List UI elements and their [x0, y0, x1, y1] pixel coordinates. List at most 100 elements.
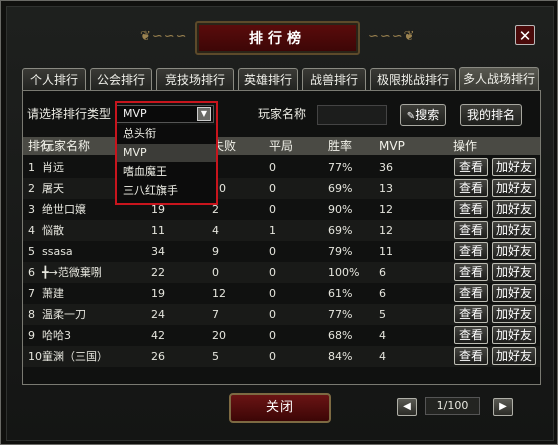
rank-cell: 4: [28, 224, 35, 237]
view-button[interactable]: 查看: [454, 179, 488, 197]
win-cell: 22: [151, 266, 165, 279]
lose-cell: 12: [212, 287, 226, 300]
win-rate-cell: 100%: [328, 266, 360, 279]
table-row: 4 悩散 11 4 1 69% 12 查看 加好友: [23, 220, 540, 241]
table-row: 2屠天2210069%13查看加好友: [23, 178, 540, 199]
search-icon: ✎: [406, 111, 416, 122]
win-rate-cell: 84%: [328, 350, 353, 363]
type-select-label: 请选择排行类型: [27, 107, 112, 121]
view-button[interactable]: 查看: [454, 242, 488, 260]
draw-cell: 0: [269, 287, 276, 300]
lose-cell: 7: [212, 308, 219, 321]
player-name-label: 玩家名称: [258, 107, 307, 121]
next-page-button[interactable]: ▶: [493, 398, 513, 416]
table-row: 7 萧建 19 12 0 61% 6 查看 加好友: [23, 283, 540, 304]
player-name-cell: 悩散: [42, 224, 64, 237]
rank-cell: 6: [28, 266, 35, 279]
mvp-cell: 13: [379, 182, 393, 195]
title-ornament-right: ∽∽∽❦: [368, 29, 416, 44]
win-rate-cell: 61%: [328, 287, 353, 300]
mvp-cell: 5: [379, 308, 386, 321]
mvp-cell: 11: [379, 245, 393, 258]
table-row: 6 ╋→范微棄哵 22 0 0 100% 6 查看 加好友: [23, 262, 540, 283]
mvp-cell: 4: [379, 329, 386, 342]
mvp-cell: 4: [379, 350, 386, 363]
mvp-cell: 6: [379, 287, 386, 300]
draw-cell: 0: [269, 329, 276, 342]
view-button[interactable]: 查看: [454, 221, 488, 239]
add-friend-button[interactable]: 加好友: [492, 200, 536, 218]
add-friend-button[interactable]: 加好友: [492, 179, 536, 197]
win-rate-cell: 77%: [328, 308, 353, 321]
add-friend-button[interactable]: 加好友: [492, 305, 536, 323]
window-title: 排行榜: [195, 21, 360, 55]
add-friend-button[interactable]: 加好友: [492, 158, 536, 176]
page-indicator: 1/100: [425, 397, 480, 415]
rank-cell: 2: [28, 182, 35, 195]
add-friend-button[interactable]: 加好友: [492, 347, 536, 365]
rank-cell: 9: [28, 329, 35, 342]
tab-5[interactable]: 战兽排行: [302, 68, 366, 90]
player-name-input[interactable]: [317, 105, 387, 125]
lose-cell: 0: [212, 266, 219, 279]
add-friend-button[interactable]: 加好友: [492, 284, 536, 302]
add-friend-button[interactable]: 加好友: [492, 263, 536, 281]
rank-cell: 3: [28, 203, 35, 216]
rank-cell: 1: [28, 161, 35, 174]
win-rate-cell: 79%: [328, 245, 353, 258]
lose-cell: 9: [212, 245, 219, 258]
rank-cell: 8: [28, 308, 35, 321]
view-button[interactable]: 查看: [454, 326, 488, 344]
player-name-cell: ssasa: [42, 245, 73, 258]
close-icon[interactable]: ✕: [515, 25, 535, 45]
tab-4[interactable]: 英雄排行: [238, 68, 298, 90]
draw-cell: 0: [269, 308, 276, 321]
view-button[interactable]: 查看: [454, 305, 488, 323]
table-row: 5 ssasa 34 9 0 79% 11 查看 加好友: [23, 241, 540, 262]
view-button[interactable]: 查看: [454, 347, 488, 365]
draw-cell: 0: [269, 182, 276, 195]
tab-3[interactable]: 竞技场排行: [156, 68, 234, 90]
player-name-cell: 肖远: [42, 161, 64, 174]
player-name-cell: 绝世口嬢: [42, 203, 86, 216]
tab-7[interactable]: 多人战场排行: [459, 67, 539, 91]
search-button-label: 搜索: [415, 108, 440, 122]
lose-cell: 20: [212, 329, 226, 342]
th-actions: 操作: [453, 139, 478, 153]
mvp-cell: 12: [379, 224, 393, 237]
tab-6[interactable]: 极限挑战排行: [370, 68, 456, 90]
title-ornament-left: ❦∽∽∽: [140, 29, 188, 44]
view-button[interactable]: 查看: [454, 263, 488, 281]
win-rate-cell: 69%: [328, 224, 353, 237]
player-name-cell: 萧建: [42, 287, 64, 300]
win-cell: 24: [151, 308, 165, 321]
view-button[interactable]: 查看: [454, 284, 488, 302]
win-rate-cell: 68%: [328, 329, 353, 342]
rank-cell: 10: [28, 350, 42, 363]
tab-1[interactable]: 个人排行: [22, 68, 86, 90]
th-draw: 平局: [269, 139, 294, 153]
search-button[interactable]: ✎搜索: [400, 104, 446, 126]
lose-cell: 4: [212, 224, 219, 237]
player-name-cell: ╋→范微棄哵: [42, 266, 102, 279]
prev-page-button[interactable]: ◀: [397, 398, 417, 416]
player-name-cell: 温柔一刀: [42, 308, 86, 321]
add-friend-button[interactable]: 加好友: [492, 242, 536, 260]
win-cell: 34: [151, 245, 165, 258]
win-cell: 19: [151, 287, 165, 300]
my-rank-button[interactable]: 我的排名: [460, 104, 522, 126]
draw-cell: 0: [269, 203, 276, 216]
add-friend-button[interactable]: 加好友: [492, 326, 536, 344]
close-button[interactable]: 关闭: [229, 393, 331, 423]
add-friend-button[interactable]: 加好友: [492, 221, 536, 239]
draw-cell: 0: [269, 350, 276, 363]
win-rate-cell: 69%: [328, 182, 353, 195]
lose-cell: 5: [212, 350, 219, 363]
mvp-cell: 12: [379, 203, 393, 216]
th-win-rate: 胜率: [328, 139, 353, 153]
view-button[interactable]: 查看: [454, 158, 488, 176]
draw-cell: 0: [269, 266, 276, 279]
view-button[interactable]: 查看: [454, 200, 488, 218]
tab-2[interactable]: 公会排行: [90, 68, 152, 90]
rank-cell: 5: [28, 245, 35, 258]
